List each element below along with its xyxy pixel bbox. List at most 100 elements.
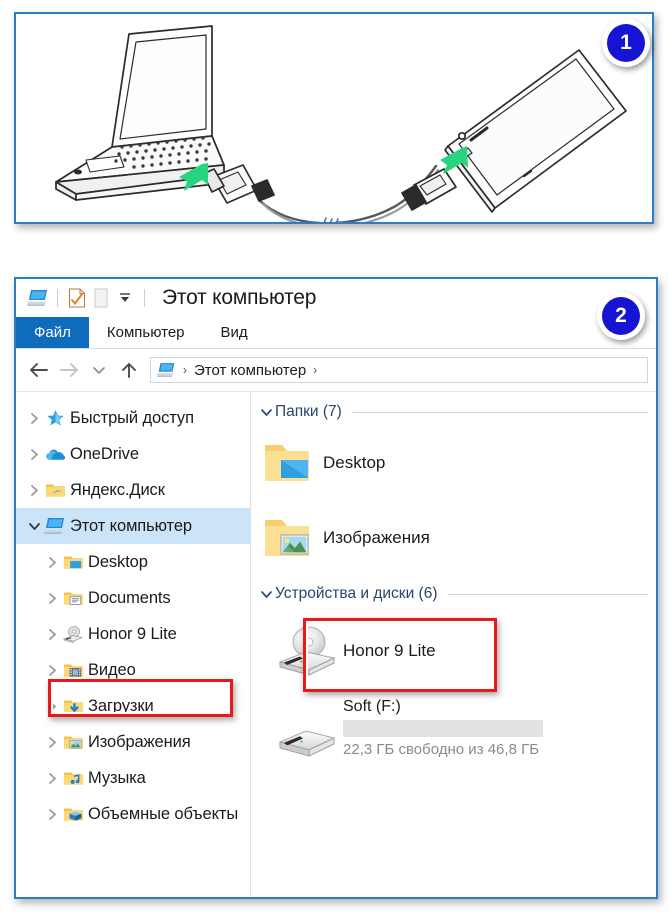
back-button[interactable] xyxy=(24,355,54,385)
forward-button[interactable] xyxy=(54,355,84,385)
drive-info-soft-f: Soft (F:) 22,3 ГБ свободно из 46,8 ГБ xyxy=(343,698,543,758)
portable-device-icon xyxy=(271,622,343,680)
breadcrumb-separator-1[interactable]: › xyxy=(183,363,187,377)
chevron-right-icon[interactable] xyxy=(42,808,62,821)
navigation-pane: Быстрый доступ OneDrive Яндекс.Диск Этот… xyxy=(16,392,251,897)
desktop-folder-icon xyxy=(62,553,84,571)
title-bar: Этот компьютер xyxy=(16,279,656,317)
up-button[interactable] xyxy=(114,355,144,385)
pictures-folder-icon xyxy=(251,513,323,563)
sidebar-label-downloads: Загрузки xyxy=(88,696,154,715)
sidebar-item-quick-access[interactable]: Быстрый доступ xyxy=(16,400,250,436)
group-header-devices[interactable]: Устройства и диски (6) xyxy=(251,582,656,606)
tab-view[interactable]: Вид xyxy=(203,317,266,348)
ribbon-tab-bar: Файл Компьютер Вид xyxy=(16,317,656,349)
content-pane: Папки (7) Desktop Изображения Устройства… xyxy=(251,392,656,897)
sidebar-item-documents[interactable]: Documents xyxy=(16,580,250,616)
chevron-right-icon[interactable] xyxy=(42,592,62,605)
customize-qat-chevron-icon[interactable] xyxy=(113,286,137,310)
sidebar-label-this-pc: Этот компьютер xyxy=(70,516,192,535)
capacity-text-soft-f: 22,3 ГБ свободно из 46,8 ГБ xyxy=(343,741,540,758)
chevron-right-icon[interactable] xyxy=(24,484,44,497)
sidebar-label-yandex-disk: Яндекс.Диск xyxy=(70,480,165,499)
downloads-folder-icon xyxy=(62,697,84,715)
chevron-down-icon[interactable] xyxy=(257,407,275,418)
sidebar-item-music[interactable]: Музыка xyxy=(16,760,250,796)
chevron-right-icon[interactable] xyxy=(42,664,62,677)
chevron-right-icon[interactable] xyxy=(42,556,62,569)
sidebar-label-honor-9-lite: Honor 9 Lite xyxy=(88,624,177,643)
explorer-body: Быстрый доступ OneDrive Яндекс.Диск Этот… xyxy=(16,392,656,897)
tile-pictures[interactable]: Изображения xyxy=(251,500,656,576)
this-pc-icon xyxy=(44,517,66,535)
desktop-folder-icon xyxy=(251,438,323,488)
sidebar-item-downloads[interactable]: Загрузки xyxy=(16,688,250,724)
chevron-right-icon[interactable] xyxy=(24,412,44,425)
tile-name-pictures: Изображения xyxy=(323,528,430,547)
sidebar-label-quick-access: Быстрый доступ xyxy=(70,408,194,427)
tile-honor-9-lite[interactable]: Honor 9 Lite xyxy=(251,608,656,694)
video-folder-icon xyxy=(62,661,84,679)
breadcrumb-separator-2[interactable]: › xyxy=(313,363,317,377)
sidebar-item-yandex-disk[interactable]: Яндекс.Диск xyxy=(16,472,250,508)
recent-locations-button[interactable] xyxy=(84,355,114,385)
sidebar-label-desktop: Desktop xyxy=(88,552,148,571)
new-folder-icon[interactable] xyxy=(89,286,113,310)
sidebar-label-video: Видео xyxy=(88,660,136,679)
sidebar-label-music: Музыка xyxy=(88,768,146,787)
breadcrumb-this-pc[interactable]: Этот компьютер xyxy=(194,362,306,379)
step-1-illustration-panel xyxy=(14,12,654,224)
group-title-devices: Устройства и диски (6) xyxy=(275,585,438,602)
tile-name-desktop: Desktop xyxy=(323,453,386,472)
title-divider xyxy=(144,289,145,307)
hard-drive-icon xyxy=(271,720,343,766)
chevron-down-icon[interactable] xyxy=(24,521,44,532)
star-icon xyxy=(44,409,66,427)
laptop-phone-usb-illustration xyxy=(55,25,627,222)
file-explorer-window: Этот компьютер Файл Компьютер Вид › Этот… xyxy=(14,277,658,899)
chevron-down-icon[interactable] xyxy=(257,589,275,600)
address-this-pc-icon xyxy=(157,362,176,378)
sidebar-item-onedrive[interactable]: OneDrive xyxy=(16,436,250,472)
tile-name-honor-9-lite: Honor 9 Lite xyxy=(343,641,436,660)
sidebar-item-pictures[interactable]: Изображения xyxy=(16,724,250,760)
address-bar-row: › Этот компьютер › xyxy=(16,349,656,392)
group-rule xyxy=(447,593,648,595)
sidebar-label-documents: Documents xyxy=(88,588,171,607)
chevron-right-icon[interactable] xyxy=(42,628,62,641)
properties-icon[interactable] xyxy=(65,286,89,310)
address-bar[interactable]: › Этот компьютер › xyxy=(150,357,648,383)
tile-desktop[interactable]: Desktop xyxy=(251,426,656,500)
sidebar-label-pictures: Изображения xyxy=(88,732,191,751)
sidebar-label-onedrive: OneDrive xyxy=(70,444,139,463)
yandex-disk-icon xyxy=(44,481,66,499)
drive-name-soft-f: Soft (F:) xyxy=(343,698,401,715)
sidebar-label-3d-objects: Объемные объекты xyxy=(88,804,239,823)
chevron-right-icon[interactable] xyxy=(42,772,62,785)
this-pc-icon[interactable] xyxy=(26,286,50,310)
music-folder-icon xyxy=(62,769,84,787)
sidebar-item-this-pc[interactable]: Этот компьютер xyxy=(16,508,250,544)
sidebar-item-honor-9-lite[interactable]: Honor 9 Lite xyxy=(16,616,250,652)
onedrive-cloud-icon xyxy=(44,447,66,462)
group-rule xyxy=(351,411,648,413)
step-badge-2-number: 2 xyxy=(602,297,640,335)
chevron-right-icon[interactable] xyxy=(42,736,62,749)
capacity-bar-soft-f xyxy=(343,720,543,737)
window-title: Этот компьютер xyxy=(162,286,317,309)
sidebar-item-3d-objects[interactable]: Объемные объекты xyxy=(16,796,250,832)
qat-divider xyxy=(57,289,58,307)
chevron-right-icon[interactable] xyxy=(24,448,44,461)
group-header-folders[interactable]: Папки (7) xyxy=(251,400,656,424)
sidebar-item-video[interactable]: Видео xyxy=(16,652,250,688)
3d-objects-folder-icon xyxy=(62,805,84,823)
step-badge-1: 1 xyxy=(602,19,650,67)
step-badge-2: 2 xyxy=(597,292,645,340)
portable-device-icon xyxy=(62,625,84,643)
tab-computer[interactable]: Компьютер xyxy=(89,317,203,348)
chevron-right-icon[interactable] xyxy=(42,700,62,713)
tab-file[interactable]: Файл xyxy=(16,317,89,348)
sidebar-item-desktop[interactable]: Desktop xyxy=(16,544,250,580)
group-title-folders: Папки (7) xyxy=(275,403,342,420)
tile-soft-f-drive[interactable]: Soft (F:) 22,3 ГБ свободно из 46,8 ГБ xyxy=(251,698,656,784)
